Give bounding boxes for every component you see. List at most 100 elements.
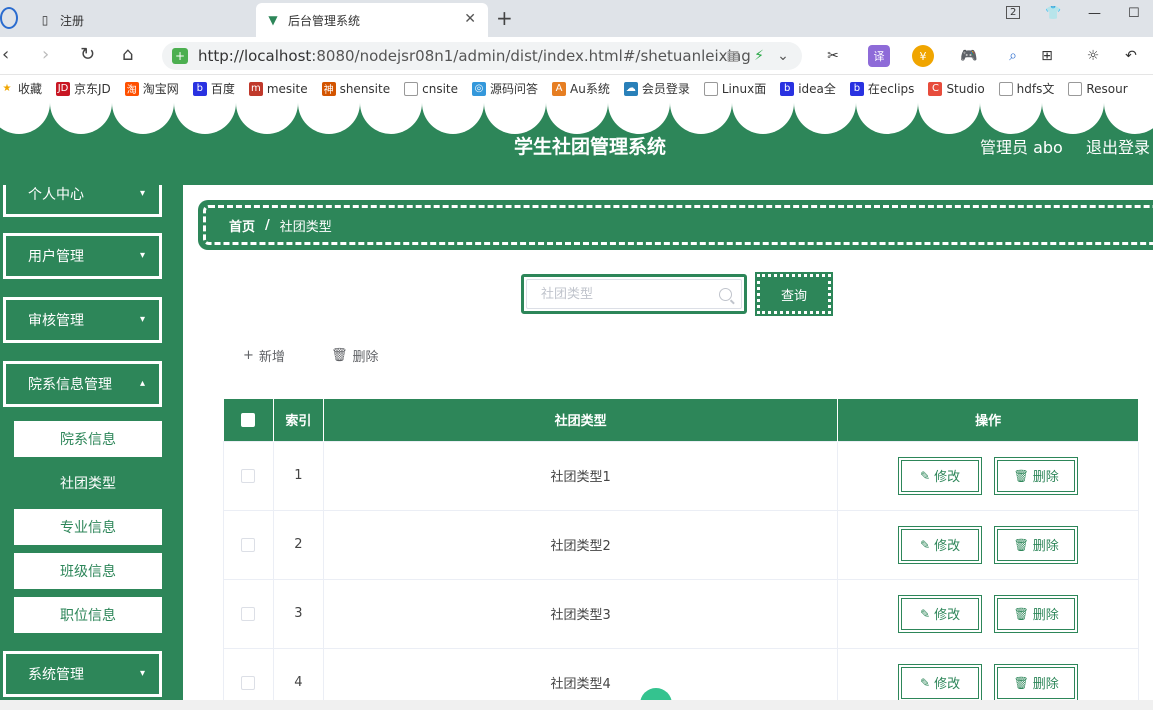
qr-icon[interactable]: ▦ [722, 45, 744, 67]
bookmark-item[interactable]: ★ 收藏 [0, 80, 43, 97]
scissors-icon[interactable]: ✂ [822, 45, 844, 67]
bookmark-item[interactable]: C Studio [928, 81, 985, 96]
sidebar-menu-system-management[interactable]: 系统管理 ▾ [3, 651, 162, 697]
row-type: 社团类型2 [322, 509, 839, 580]
bookmark-item[interactable]: b 在eclips [849, 80, 914, 97]
search-icon[interactable]: ⌕ [1002, 45, 1024, 67]
batch-delete-button[interactable]: 🗑 删除 [331, 346, 379, 365]
delete-button[interactable]: 🗑 删除 [994, 525, 1079, 564]
header-scallop [856, 102, 918, 134]
menu-label: 系统管理 [28, 667, 84, 683]
edit-icon: ✎ [920, 675, 931, 690]
browser-logo-icon [0, 7, 18, 29]
row-actions: ✎ 修改 🗑 删除 [837, 578, 1139, 649]
game-icon[interactable]: 🎮 [958, 45, 980, 67]
column-header-actions: 操作 [837, 399, 1139, 441]
header-scallop [1104, 102, 1153, 134]
bookmark-item[interactable]: A Au系统 [552, 80, 610, 97]
search-icon [719, 288, 732, 301]
shirt-icon[interactable]: 👕 [1045, 6, 1061, 21]
query-button[interactable]: 查询 [755, 272, 833, 316]
row-actions: ✎ 修改 🗑 删除 [837, 440, 1139, 511]
sidebar-menu-review-management[interactable]: 审核管理 ▾ [3, 297, 162, 343]
header-scallop [360, 102, 422, 134]
search-box [521, 274, 747, 314]
apps-icon[interactable]: ⊞ [1036, 45, 1058, 67]
bookmark-item[interactable]: JD 京东JD [56, 80, 111, 97]
sidebar-item-major-info[interactable]: 专业信息 [14, 509, 162, 549]
row-checkbox[interactable] [241, 606, 256, 621]
row-select-cell [223, 440, 274, 511]
breadcrumb-separator: / [265, 217, 270, 233]
browser-tab-register[interactable]: ▯ 注册 [28, 3, 253, 37]
bookmark-item[interactable]: ◎ 源码问答 [472, 80, 538, 97]
back-icon[interactable]: ‹ [2, 44, 9, 65]
bookmark-item[interactable]: hdfs文 [998, 80, 1054, 97]
sidebar-menu-department-management[interactable]: 院系信息管理 ▴ [3, 361, 162, 407]
shensite-icon: 神 [321, 81, 336, 96]
sidebar-item-position-info[interactable]: 职位信息 [14, 597, 162, 637]
bookmark-item[interactable]: cnsite [404, 81, 458, 96]
row-index: 1 [272, 440, 324, 511]
close-tab-icon[interactable]: ✕ [464, 11, 476, 27]
logout-button[interactable]: 退出登录 [1086, 134, 1150, 158]
header-scallop [1042, 102, 1104, 134]
edit-button[interactable]: ✎ 修改 [898, 663, 983, 702]
edit-button[interactable]: ✎ 修改 [898, 525, 983, 564]
bookmark-item[interactable]: Linux面 [703, 80, 766, 97]
plus-icon: + [243, 348, 254, 363]
delete-button[interactable]: 🗑 删除 [994, 456, 1079, 495]
url-field[interactable]: + http://localhost :8080/nodejsr08n1/adm… [162, 42, 802, 70]
delete-button[interactable]: 🗑 删除 [994, 663, 1079, 702]
coin-icon[interactable]: ¥ [912, 45, 934, 67]
row-checkbox[interactable] [241, 675, 256, 690]
sidebar-item-class-info[interactable]: 班级信息 [14, 553, 162, 593]
header-scallop [174, 102, 236, 134]
bookmark-item[interactable]: 淘淘宝网 [124, 80, 179, 97]
edit-button[interactable]: ✎ 修改 [898, 594, 983, 633]
column-header-type: 社团类型 [323, 399, 839, 441]
sidebar-menu-personal-center[interactable]: 个人中心 ▾ [3, 185, 162, 217]
bookmark-item[interactable]: 神 shensite [321, 81, 390, 96]
undo-icon[interactable]: ↶ [1120, 45, 1142, 67]
bookmark-item[interactable]: b idea全 [780, 80, 836, 97]
chevron-down-icon[interactable]: ⌄ [772, 45, 794, 67]
bookmark-item[interactable]: Resour [1068, 81, 1128, 96]
maximize-icon[interactable]: ☐ [1128, 6, 1140, 21]
edit-icon: ✎ [920, 606, 931, 621]
mesite-icon: m [248, 81, 263, 96]
row-checkbox[interactable] [241, 537, 256, 552]
bookmark-item[interactable]: ☁ 会员登录 [623, 80, 690, 97]
taobao-icon: 淘 [124, 81, 139, 96]
row-type: 社团类型3 [322, 578, 839, 649]
breadcrumb-home[interactable]: 首页 [229, 216, 255, 235]
sidebar-menu-user-management[interactable]: 用户管理 ▾ [3, 233, 162, 279]
minimize-icon[interactable]: — [1088, 6, 1101, 21]
add-button[interactable]: + 新增 [243, 346, 285, 365]
edit-button[interactable]: ✎ 修改 [898, 456, 983, 495]
tab-count-badge[interactable]: 2 [1006, 6, 1021, 19]
browser-tab-admin[interactable]: ▼ 后台管理系统 ✕ [256, 3, 488, 37]
search-input[interactable] [526, 279, 742, 309]
edit-icon: ✎ [920, 468, 931, 483]
header-scallop [918, 102, 980, 134]
bookmark-item[interactable]: m mesite [248, 81, 308, 96]
reload-icon[interactable]: ↻ [80, 44, 95, 65]
translate-icon[interactable]: 译 [868, 45, 890, 67]
lightning-icon[interactable]: ⚡ [748, 45, 770, 67]
chevron-down-icon: ▾ [139, 668, 145, 679]
header-scallop [298, 102, 360, 134]
sidebar-item-department-info[interactable]: 院系信息 [14, 421, 162, 461]
current-user-label: 管理员 abo [980, 138, 1063, 157]
tab-title: 后台管理系统 [288, 13, 361, 28]
sidebar-item-club-type[interactable]: 社团类型 [14, 465, 162, 505]
brightness-icon[interactable]: ☼ [1082, 45, 1104, 67]
select-all-checkbox[interactable] [241, 412, 256, 427]
forward-icon[interactable]: › [42, 44, 49, 65]
bookmark-item[interactable]: b 百度 [192, 80, 235, 97]
new-tab-button[interactable]: + [496, 6, 513, 30]
home-icon[interactable]: ⌂ [122, 44, 133, 65]
row-checkbox[interactable] [241, 468, 256, 483]
chevron-up-icon: ▴ [139, 378, 145, 389]
delete-button[interactable]: 🗑 删除 [994, 594, 1079, 633]
